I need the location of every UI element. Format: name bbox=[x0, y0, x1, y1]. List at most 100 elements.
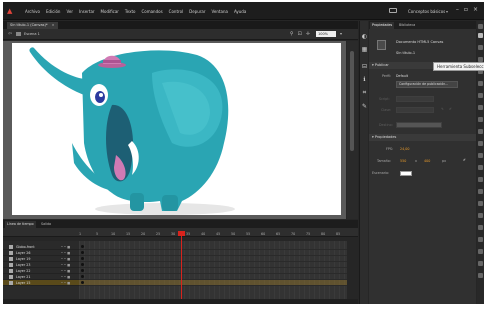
class-label: Clase: bbox=[381, 108, 392, 112]
keyframe[interactable] bbox=[81, 275, 84, 278]
wrench-icon[interactable]: ✐ bbox=[463, 158, 466, 162]
document-tab-bar: Sin título-1 (Canvas)* × bbox=[3, 21, 358, 29]
height-value[interactable]: 400 bbox=[424, 159, 430, 163]
document-name: Sin título-1 bbox=[396, 51, 416, 55]
width-tool-icon[interactable] bbox=[478, 201, 483, 206]
pasteboard bbox=[3, 41, 346, 219]
keyframe[interactable] bbox=[81, 269, 84, 272]
target-label: Destino: bbox=[379, 123, 393, 127]
brush-panel-icon[interactable]: ✎ bbox=[361, 103, 368, 110]
scene-label[interactable]: Escena 1 bbox=[24, 32, 40, 36]
clip-content-icon[interactable]: ⊡ bbox=[298, 31, 302, 37]
playhead[interactable] bbox=[181, 232, 182, 304]
transform-panel-icon[interactable]: ⌗ bbox=[361, 89, 368, 96]
timeline-panel: Línea de tiempo Salida 1 5 10 15 20 25 30 35 40 4… bbox=[3, 220, 358, 304]
tab-biblioteca[interactable]: Biblioteca bbox=[397, 22, 417, 29]
properties-tab-bar: Propiedades Biblioteca bbox=[369, 21, 476, 29]
info-panel-icon[interactable]: ℹ bbox=[361, 76, 368, 83]
timeline-tab-bar: Línea de tiempo Salida bbox=[3, 220, 358, 228]
class-field bbox=[396, 107, 434, 113]
keyframe[interactable] bbox=[81, 245, 84, 248]
menu-archivo[interactable]: Archivo bbox=[25, 9, 40, 14]
free-transform-icon[interactable] bbox=[478, 45, 483, 50]
script-label: Script: bbox=[379, 97, 390, 101]
layer-visibility-lock-icons[interactable]: • • ■ bbox=[61, 280, 70, 286]
keyframe[interactable] bbox=[81, 263, 84, 266]
maximize-icon[interactable]: ▫ bbox=[464, 6, 468, 13]
workspace-icon[interactable] bbox=[389, 8, 397, 13]
oval-tool-icon[interactable] bbox=[478, 117, 483, 122]
close-icon[interactable]: × bbox=[473, 6, 478, 13]
frame-number: 30 bbox=[171, 232, 176, 236]
layer-row[interactable]: Layer 15 • • ■ bbox=[3, 280, 79, 286]
tab-propiedades[interactable]: Propiedades bbox=[370, 22, 395, 29]
profile-value[interactable]: Default bbox=[396, 74, 408, 78]
menu-ventana[interactable]: Ventana bbox=[212, 9, 228, 14]
text-tool-icon[interactable] bbox=[478, 81, 483, 86]
keyframe[interactable] bbox=[81, 281, 84, 284]
menu-ayuda[interactable]: Ayuda bbox=[234, 9, 246, 14]
menu-ver[interactable]: Ver bbox=[66, 9, 73, 14]
line-tool-icon[interactable] bbox=[478, 93, 483, 98]
scene-icon bbox=[16, 32, 21, 36]
fps-value[interactable]: 24,00 bbox=[400, 147, 409, 151]
tab-document[interactable]: Sin título-1 (Canvas)* × bbox=[7, 22, 58, 29]
stage-vertical-scrollbar[interactable] bbox=[347, 41, 358, 219]
camera-icon[interactable] bbox=[478, 213, 483, 218]
panel-icon-strip: ◐ ▦ ⊟ ℹ ⌗ ✎ bbox=[359, 21, 368, 304]
stage-canvas[interactable] bbox=[12, 43, 341, 215]
eraser-icon[interactable] bbox=[478, 189, 483, 194]
frame-number: 65 bbox=[276, 232, 281, 236]
chevron-down-icon[interactable]: ▾ bbox=[340, 31, 342, 36]
back-arrow-icon[interactable]: ⇦ bbox=[8, 31, 12, 37]
paint-bucket-icon[interactable] bbox=[478, 165, 483, 170]
tab-timeline[interactable]: Línea de tiempo bbox=[5, 221, 36, 228]
stage-color-swatch[interactable] bbox=[400, 171, 412, 176]
keyframe[interactable] bbox=[81, 257, 84, 260]
color-panel-icon[interactable]: ◐ bbox=[361, 33, 368, 40]
layer-icon bbox=[9, 257, 13, 261]
properties-section-header[interactable]: ▾ Propiedades bbox=[369, 134, 476, 141]
rectangle-tool-icon[interactable] bbox=[478, 105, 483, 110]
keyframe[interactable] bbox=[81, 251, 84, 254]
close-tab-icon[interactable]: × bbox=[52, 23, 55, 27]
width-value[interactable]: 550 bbox=[400, 159, 406, 163]
publish-settings-button[interactable]: Configuración de publicación... bbox=[396, 81, 458, 88]
menu-insertar[interactable]: Insertar bbox=[79, 9, 95, 14]
chevron-down-icon[interactable]: ▾ bbox=[446, 9, 448, 14]
menu-depurar[interactable]: Depurar bbox=[189, 9, 205, 14]
subselection-tool-icon[interactable] bbox=[478, 33, 483, 38]
selection-tool-icon[interactable] bbox=[478, 24, 483, 29]
grid-panel-icon[interactable]: ▦ bbox=[361, 46, 368, 53]
document-tab-label: Sin título-1 (Canvas)* bbox=[10, 23, 48, 27]
frame-ruler[interactable]: 1 5 10 15 20 25 30 35 40 45 50 55 60 65 70 75 80 85 bbox=[79, 232, 347, 241]
eyedropper-icon[interactable] bbox=[478, 177, 483, 182]
stage-color-label: Escenario: bbox=[372, 171, 390, 175]
frame-number: 60 bbox=[261, 232, 266, 236]
menu-texto[interactable]: Texto bbox=[125, 9, 136, 14]
pencil-tool-icon[interactable] bbox=[478, 129, 483, 134]
bone-tool-icon[interactable] bbox=[478, 153, 483, 158]
zoom-tool-icon[interactable] bbox=[478, 237, 483, 242]
fill-color-icon[interactable] bbox=[478, 261, 483, 266]
menu-control[interactable]: Control bbox=[169, 9, 183, 14]
align-panel-icon[interactable]: ⊟ bbox=[361, 63, 368, 70]
zoom-select[interactable]: 100% bbox=[316, 31, 336, 37]
wrench-icon: ✐ bbox=[449, 107, 452, 111]
menu-modificar[interactable]: Modificar bbox=[101, 9, 119, 14]
stroke-color-icon[interactable] bbox=[478, 249, 483, 254]
center-stage-icon[interactable]: ✛ bbox=[306, 31, 310, 37]
tab-salida[interactable]: Salida bbox=[39, 221, 53, 228]
scrollbar-thumb[interactable] bbox=[350, 51, 354, 151]
minimize-icon[interactable]: – bbox=[456, 6, 459, 13]
swap-colors-icon[interactable] bbox=[478, 273, 483, 278]
brush-tool-icon[interactable] bbox=[478, 141, 483, 146]
frame-number: 85 bbox=[336, 232, 341, 236]
timeline-horizontal-scrollbar[interactable] bbox=[3, 299, 358, 304]
edit-symbols-icon[interactable]: ⚲ bbox=[290, 31, 294, 37]
frame-row[interactable] bbox=[79, 280, 347, 286]
hand-tool-icon[interactable] bbox=[478, 225, 483, 230]
workspace-selector[interactable]: Conceptos básicos bbox=[408, 9, 445, 14]
menu-comandos[interactable]: Comandos bbox=[141, 9, 162, 14]
menu-edicion[interactable]: Edición bbox=[46, 9, 60, 14]
